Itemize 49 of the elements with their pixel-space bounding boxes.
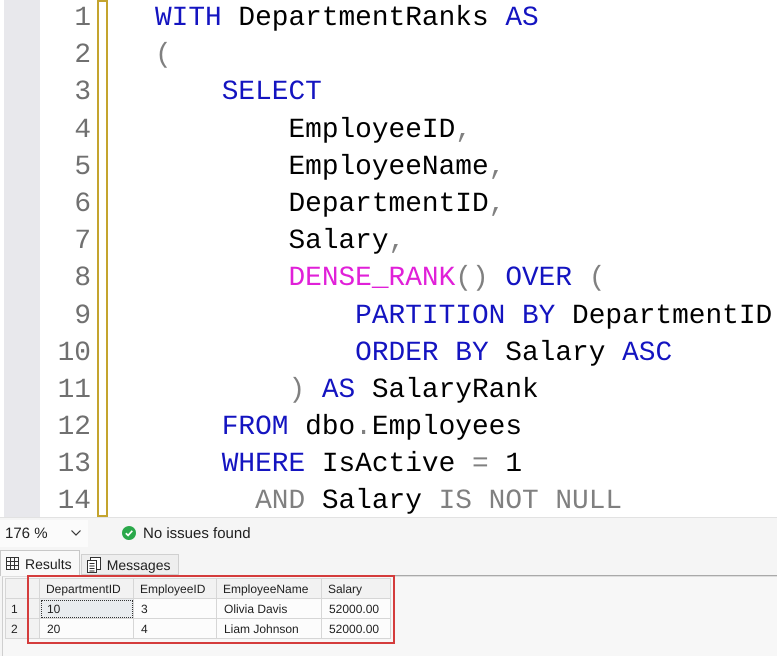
status-message: No issues found <box>143 524 251 542</box>
table-cell: 52000.00 <box>322 618 390 638</box>
table-cell: Olivia Davis <box>216 598 322 618</box>
zoom-dropdown[interactable]: 176 % <box>0 520 88 546</box>
line-number: 14 <box>58 486 91 517</box>
line-number: 10 <box>58 338 91 369</box>
code-line: ) AS SalaryRank <box>288 374 539 406</box>
line-number: 3 <box>74 77 91 108</box>
grid-icon <box>6 557 19 570</box>
code-line: WITH DepartmentRanks AS <box>155 3 539 34</box>
code-line: FROM dbo.Employees <box>222 412 522 444</box>
column-header: Salary <box>322 578 390 598</box>
code-line: DepartmentID, <box>288 188 506 220</box>
line-number: 7 <box>74 226 91 258</box>
chevron-down-icon <box>71 530 81 536</box>
table-cell: 52000.00 <box>322 598 390 618</box>
line-number: 2 <box>74 40 91 72</box>
line-number: 5 <box>74 152 91 183</box>
table-cell: 10 <box>40 598 134 618</box>
table-cell: 3 <box>134 598 216 618</box>
line-number: 12 <box>58 412 91 444</box>
column-header: EmployeeID <box>134 578 216 598</box>
table-cell: 20 <box>40 618 134 638</box>
code-line: ( <box>155 40 172 72</box>
document-icon <box>86 556 101 572</box>
line-number: 1 <box>74 3 91 34</box>
column-header: EmployeeName <box>216 578 322 598</box>
line-number: 11 <box>58 374 91 406</box>
code-line: ORDER BY Salary ASC <box>355 338 672 369</box>
code-line: DENSE_RANK() OVER ( <box>288 263 606 294</box>
code-line: AND Salary IS NOT NULL <box>255 486 622 517</box>
line-number: 8 <box>74 263 91 294</box>
table-cell: 4 <box>134 618 216 638</box>
table-cell: Liam Johnson <box>216 618 322 638</box>
line-number: 9 <box>74 300 91 332</box>
check-circle-icon <box>122 526 136 540</box>
code-line: WHERE IsActive = 1 <box>222 449 522 480</box>
tab[interactable]: Messages <box>80 554 178 575</box>
line-number: 6 <box>74 188 91 220</box>
tab[interactable]: Results <box>0 550 80 576</box>
line-number: 13 <box>58 449 91 480</box>
code-line: PARTITION BY DepartmentID <box>355 300 772 332</box>
code-line: SELECT <box>222 77 322 108</box>
corner-header <box>6 578 40 598</box>
code-line: EmployeeName, <box>288 152 506 183</box>
column-header: DepartmentID <box>40 578 134 598</box>
line-number: 4 <box>74 114 91 146</box>
code-line: EmployeeID, <box>288 114 472 146</box>
code-line: Salary, <box>288 226 406 258</box>
